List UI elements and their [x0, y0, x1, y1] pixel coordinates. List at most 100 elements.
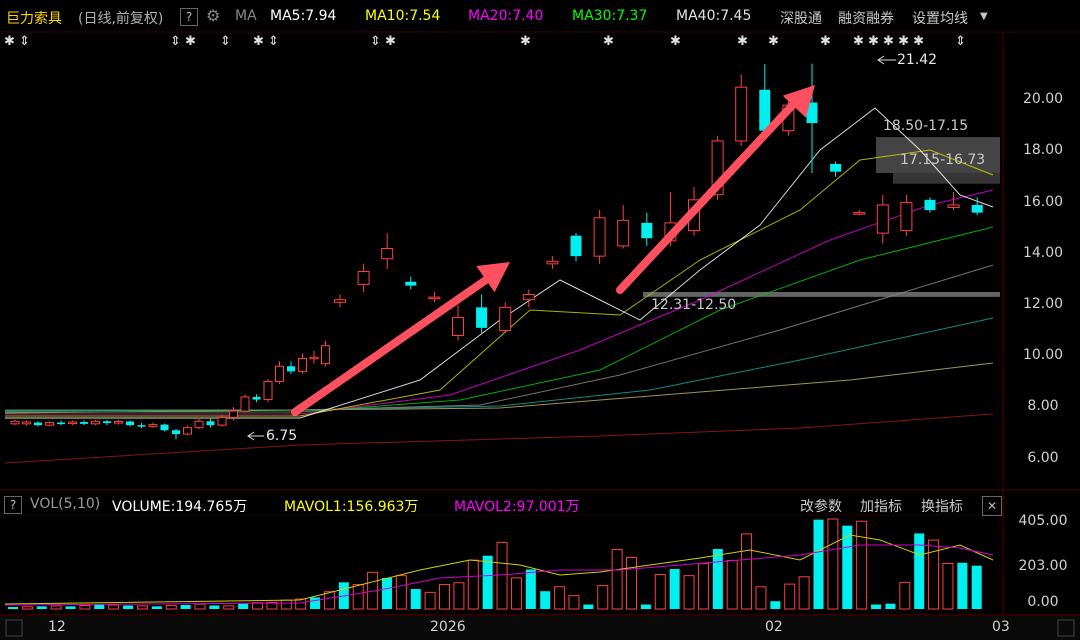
price-tick: 20.00	[1022, 91, 1064, 107]
candle-body	[593, 217, 606, 257]
resistance-zone	[893, 172, 1000, 184]
volume-bar	[94, 604, 105, 609]
candle-body	[830, 164, 842, 172]
volume-bar	[798, 576, 810, 610]
candle-body	[263, 381, 273, 401]
volume-bar	[439, 584, 451, 610]
candle-body	[217, 416, 227, 426]
volume-bar	[280, 599, 292, 610]
volume-tick: 203.00	[1018, 558, 1068, 574]
candle-body	[160, 424, 169, 431]
zone-label-3: 12.31-12.50	[651, 297, 737, 313]
candle-body	[641, 222, 653, 239]
volume-bar	[21, 606, 33, 610]
price-tick: 18.00	[1022, 142, 1064, 158]
close-icon[interactable]: ✕	[982, 496, 1002, 516]
volume-bar	[683, 575, 695, 610]
low-price-label: 6.75	[266, 428, 298, 444]
volume-bar	[151, 606, 162, 609]
candle-body	[10, 420, 20, 425]
candle-body	[137, 425, 146, 427]
volume-bar	[467, 559, 479, 610]
volume-value: VOLUME:194.765万	[112, 499, 248, 515]
volume-bar	[827, 518, 839, 610]
volume-bar	[611, 548, 623, 610]
candle-body	[275, 365, 284, 383]
volume-bar	[310, 597, 321, 609]
volume-bar	[813, 519, 824, 609]
volume-bar	[784, 583, 796, 610]
volume-bar	[410, 589, 421, 609]
zone-label-1: 18.50-17.15	[883, 118, 969, 134]
volume-bar	[654, 574, 666, 610]
price-tick: 14.00	[1022, 245, 1064, 261]
candle-body	[381, 247, 394, 260]
price-tick: 16.00	[1022, 194, 1064, 210]
candle-body	[91, 420, 100, 425]
candle-body	[853, 212, 866, 215]
ma-line-green	[5, 226, 994, 413]
kline-chart[interactable]	[0, 0, 1080, 640]
candle-body	[452, 317, 464, 337]
volume-bar	[669, 569, 680, 609]
candle-body	[194, 420, 204, 429]
candle-body	[321, 345, 330, 365]
volume-bar	[123, 605, 134, 609]
candle-body	[971, 204, 983, 213]
volume-bar	[65, 606, 76, 609]
candle-body	[428, 296, 441, 300]
volume-bar	[885, 603, 896, 609]
volume-bar	[568, 595, 580, 610]
volume-bar	[626, 556, 638, 610]
volume-bar	[770, 601, 781, 609]
ma-line-white	[5, 107, 994, 419]
volume-bar	[741, 533, 753, 610]
ma-line-teal	[4, 317, 994, 412]
price-tick: 8.00	[1027, 398, 1059, 414]
candle-body	[876, 204, 889, 234]
edit-params-button[interactable]: 改参数	[800, 496, 842, 516]
volume-bar	[871, 604, 882, 609]
candle-body	[924, 199, 936, 211]
volume-bar	[971, 565, 982, 609]
candle-body	[126, 421, 134, 426]
volume-bar	[165, 604, 177, 610]
candle-body	[183, 427, 192, 435]
volume-bar	[942, 562, 954, 610]
volume-bar	[525, 569, 536, 609]
volume-tick: 405.00	[1018, 513, 1068, 529]
candle-body	[900, 201, 913, 232]
x-tick: 02	[765, 619, 783, 635]
volume-bar	[8, 607, 18, 609]
candle-body	[80, 422, 88, 424]
candle-body	[759, 89, 771, 131]
candle-body	[309, 356, 319, 360]
candle-body	[34, 422, 42, 426]
add-indicator-button[interactable]: 加指标	[860, 496, 902, 516]
candle-body	[22, 421, 31, 425]
ma-line-olive	[4, 362, 994, 414]
candle-body	[229, 410, 238, 418]
volume-bar	[554, 586, 566, 610]
volume-bar	[36, 606, 47, 609]
x-tick: 2026	[430, 619, 466, 635]
candle-body	[114, 421, 123, 424]
volume-bar	[856, 520, 868, 610]
volume-bar	[180, 605, 191, 609]
candle-body	[298, 358, 307, 372]
candle-body	[240, 396, 250, 412]
volume-bar	[583, 604, 594, 609]
volume-bar	[424, 591, 436, 610]
volume-bar	[238, 603, 249, 609]
vol-label[interactable]: VOL(5,10)	[30, 496, 100, 512]
candle-body	[206, 421, 215, 426]
candle-body	[546, 260, 559, 265]
volume-bar	[395, 575, 407, 610]
switch-indicator-button[interactable]: 换指标	[921, 496, 963, 516]
vol-help-button[interactable]: ?	[4, 496, 22, 514]
volume-bar	[899, 581, 911, 610]
volume-bar	[640, 604, 651, 609]
candle-body	[499, 306, 512, 331]
volume-bar	[697, 562, 709, 610]
volume-bar	[496, 541, 508, 610]
